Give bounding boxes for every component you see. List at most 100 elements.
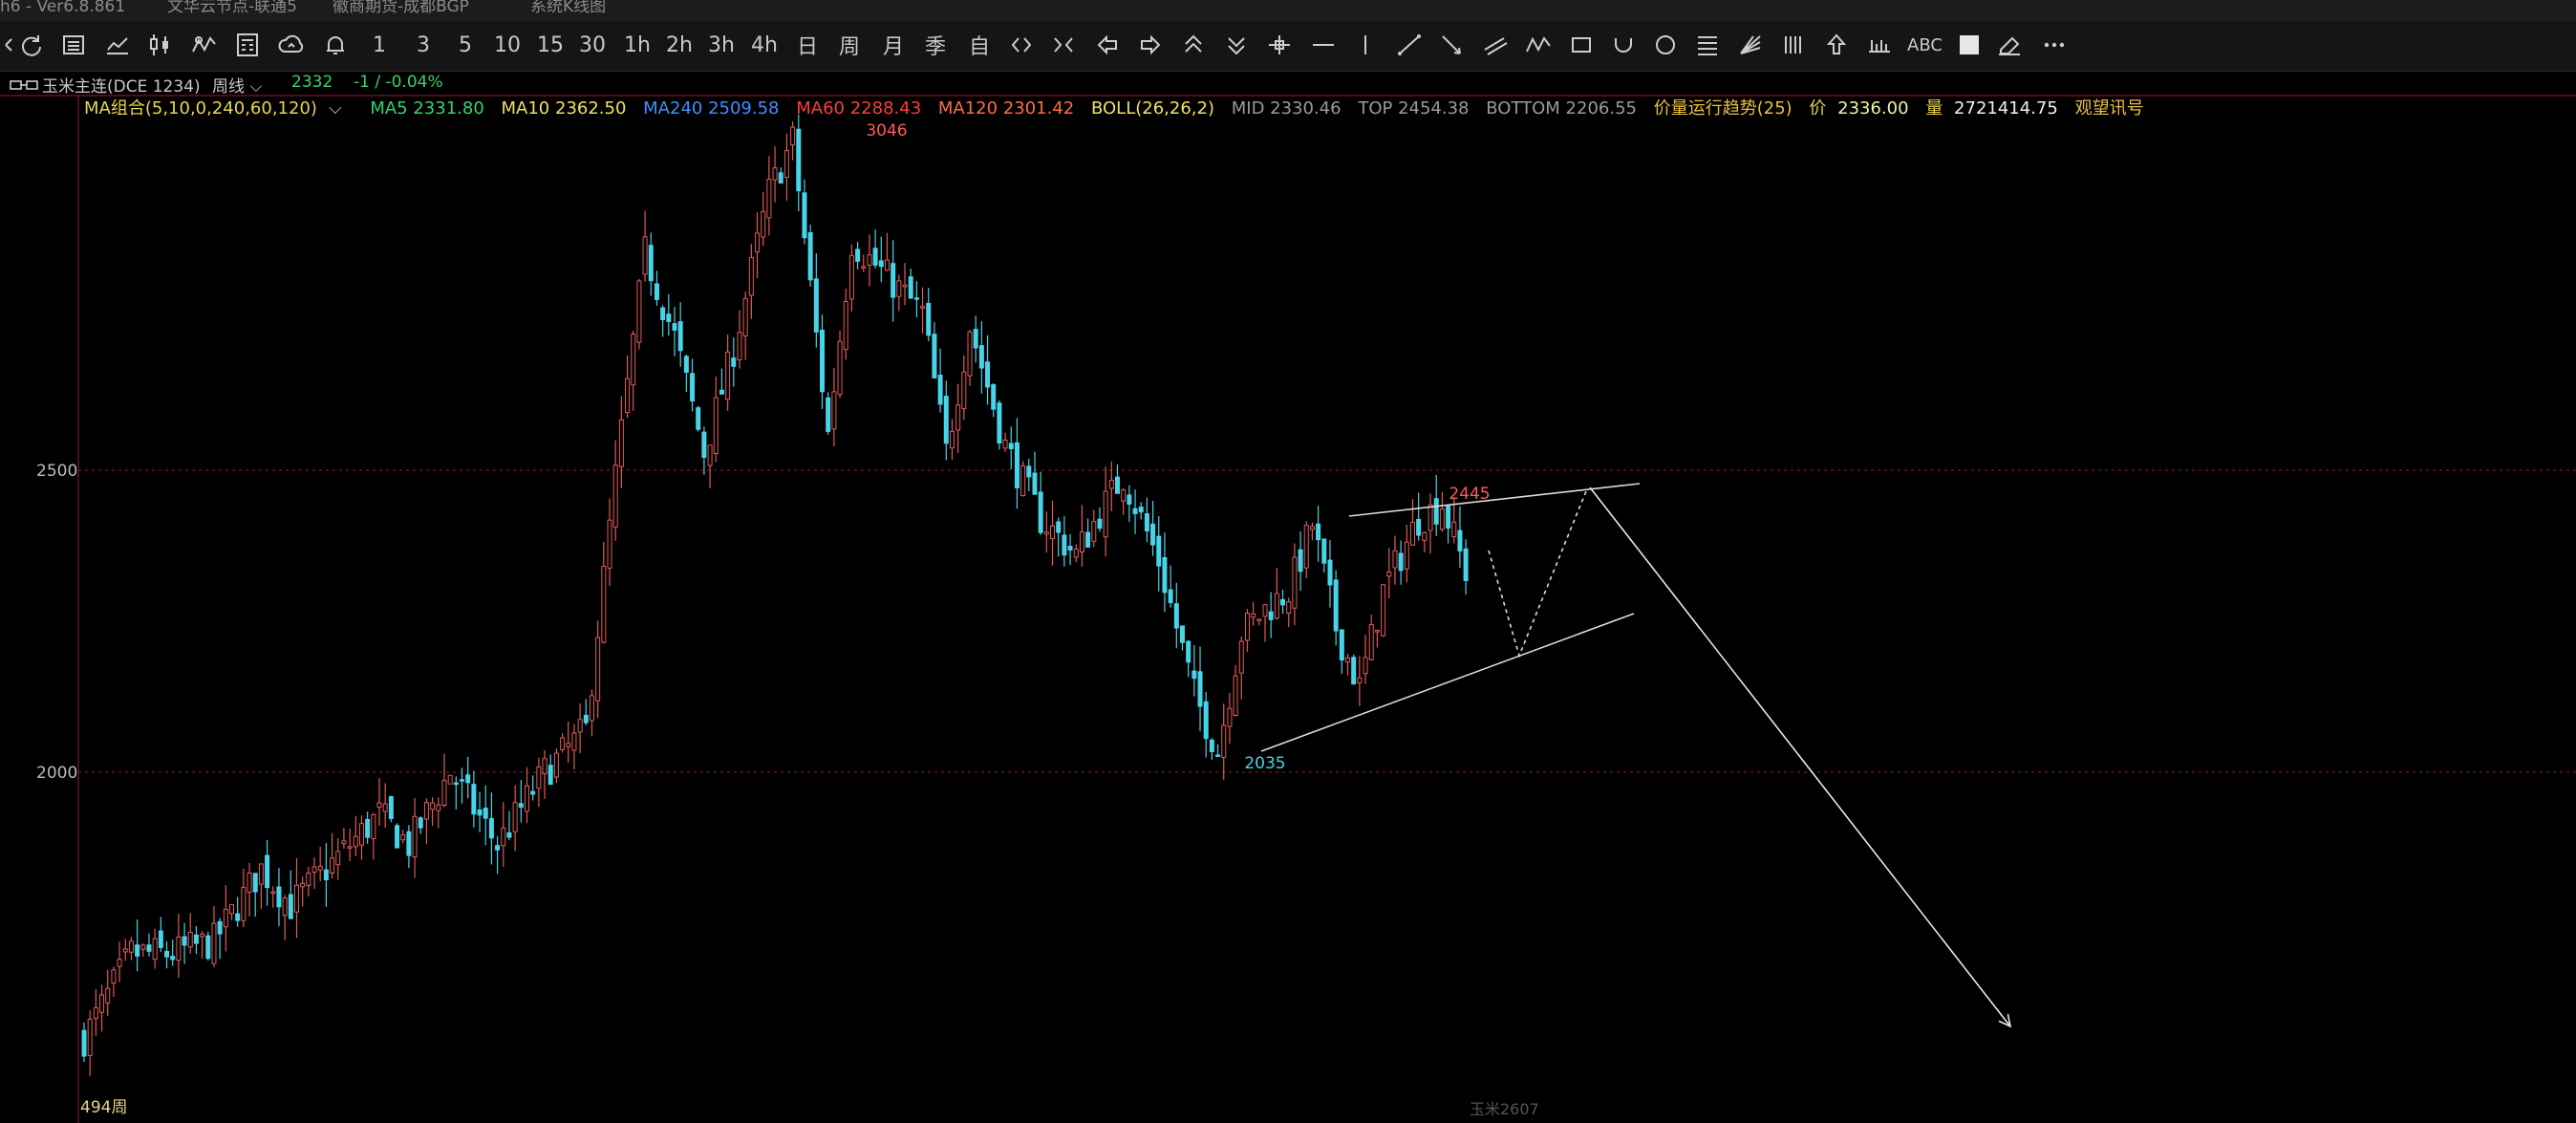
period-day[interactable]: 日 xyxy=(793,29,822,61)
candle-body xyxy=(1374,630,1380,633)
candle-body xyxy=(1345,657,1351,663)
candle-body xyxy=(772,167,778,181)
period-1h[interactable]: 1h xyxy=(623,29,652,61)
candle-body xyxy=(920,306,926,309)
scroll-right-icon[interactable] xyxy=(1136,29,1165,61)
alert-bell-icon[interactable] xyxy=(321,29,350,61)
candle-body xyxy=(837,340,843,396)
expand-up-icon[interactable] xyxy=(1179,29,1208,61)
candle-body xyxy=(1132,508,1138,515)
candle-body xyxy=(1043,531,1049,535)
cycle-lines-icon[interactable] xyxy=(1779,29,1808,61)
candle-body xyxy=(908,276,913,299)
candle-body xyxy=(1451,521,1457,538)
candle-body xyxy=(247,873,252,893)
arc-icon[interactable] xyxy=(1609,29,1638,61)
link-icon[interactable] xyxy=(10,76,38,96)
last-price: 2332 xyxy=(291,73,333,92)
candle-body xyxy=(748,256,754,296)
expand-down-icon[interactable] xyxy=(1222,29,1251,61)
ma-group-selector[interactable]: MA组合(5,10,0,240,60,120) ⌵ xyxy=(84,98,354,119)
candle-body xyxy=(654,283,659,300)
trend-line-icon[interactable] xyxy=(1395,29,1424,61)
boll-bottom-value: BOTTOM 2206.55 xyxy=(1486,98,1637,119)
period-10[interactable]: 10 xyxy=(493,29,522,61)
period-15[interactable]: 15 xyxy=(536,29,565,61)
candle-body xyxy=(1191,670,1197,680)
period-custom[interactable]: 自 xyxy=(965,29,994,61)
line-chart-icon[interactable] xyxy=(103,29,132,61)
ma240-value: MA240 2509.58 xyxy=(643,98,780,119)
period-3[interactable]: 3 xyxy=(409,29,438,61)
candle-body xyxy=(761,210,766,238)
period-4h[interactable]: 4h xyxy=(750,29,779,61)
candle-body xyxy=(388,796,394,819)
fibonacci-icon[interactable] xyxy=(1693,29,1722,61)
candle-body xyxy=(353,835,358,848)
zoom-in-icon[interactable] xyxy=(1007,29,1036,61)
vertical-line-icon[interactable] xyxy=(1351,29,1380,61)
candle-body xyxy=(311,866,317,873)
candle-body xyxy=(937,375,943,405)
period-1[interactable]: 1 xyxy=(365,29,394,61)
candle-body xyxy=(737,332,742,361)
candle-body xyxy=(1203,701,1209,740)
candle-body xyxy=(861,266,867,269)
candle-body xyxy=(1280,598,1286,606)
list-icon[interactable] xyxy=(59,29,88,61)
candle-body xyxy=(1138,507,1144,513)
candle-body xyxy=(843,300,848,351)
crosshair-icon[interactable] xyxy=(1265,29,1294,61)
candle-body xyxy=(1227,707,1233,727)
channel-lower-line[interactable] xyxy=(1260,613,1635,752)
horizontal-line-icon[interactable] xyxy=(1309,29,1338,61)
more-icon[interactable] xyxy=(2040,29,2069,61)
period-2h[interactable]: 2h xyxy=(665,29,694,61)
arrow-up-icon[interactable] xyxy=(1822,29,1851,61)
candle-body xyxy=(1244,613,1250,641)
text-tool-button[interactable]: ABC xyxy=(1907,29,1943,61)
candle-body xyxy=(1168,589,1173,604)
calculator-icon[interactable] xyxy=(233,29,262,61)
scroll-left-icon[interactable] xyxy=(1093,29,1122,61)
period-3h[interactable]: 3h xyxy=(707,29,736,61)
period-week[interactable]: 周 xyxy=(835,29,864,61)
candle-body xyxy=(1108,479,1114,489)
candle-body xyxy=(713,397,719,454)
price-chart[interactable]: 2500 2000 3046 2035 2445 494周 玉米2607 xyxy=(0,94,2576,1123)
ruler-icon[interactable] xyxy=(1865,29,1894,61)
indicator-icon[interactable] xyxy=(189,29,218,61)
candle-body xyxy=(1262,604,1268,617)
circle-icon[interactable] xyxy=(1651,29,1680,61)
ray-line-icon[interactable] xyxy=(1438,29,1467,61)
period-quarter[interactable]: 季 xyxy=(921,29,950,61)
eraser-icon[interactable] xyxy=(1995,29,2024,61)
candle-body xyxy=(99,994,105,1013)
candle-body xyxy=(117,959,122,967)
candle-body xyxy=(913,297,919,300)
candle-body xyxy=(1316,523,1321,541)
rectangle-icon[interactable] xyxy=(1567,29,1596,61)
period-month[interactable]: 月 xyxy=(879,29,908,61)
projected-path-dotted[interactable] xyxy=(1488,490,1587,659)
parallel-lines-icon[interactable] xyxy=(1481,29,1510,61)
candle-body xyxy=(589,695,594,722)
candle-body xyxy=(282,897,288,917)
refresh-icon[interactable] xyxy=(17,29,46,61)
candle-body xyxy=(412,815,418,858)
downtrend-arrow[interactable] xyxy=(1589,486,2010,1026)
candle-body xyxy=(347,846,353,849)
color-swatch-icon[interactable] xyxy=(1954,29,1983,61)
candle-body xyxy=(105,987,111,1004)
candle-body xyxy=(1368,624,1374,660)
channel-upper-line[interactable] xyxy=(1348,483,1641,517)
candlestick-icon[interactable] xyxy=(145,29,174,61)
period-30[interactable]: 30 xyxy=(578,29,607,61)
candle-body xyxy=(1008,443,1014,449)
zigzag-icon[interactable] xyxy=(1524,29,1553,61)
gann-fan-icon[interactable] xyxy=(1736,29,1765,61)
zoom-out-icon[interactable] xyxy=(1049,29,1078,61)
candle-body xyxy=(902,284,908,288)
cloud-sync-icon[interactable] xyxy=(277,29,306,61)
period-5[interactable]: 5 xyxy=(451,29,480,61)
